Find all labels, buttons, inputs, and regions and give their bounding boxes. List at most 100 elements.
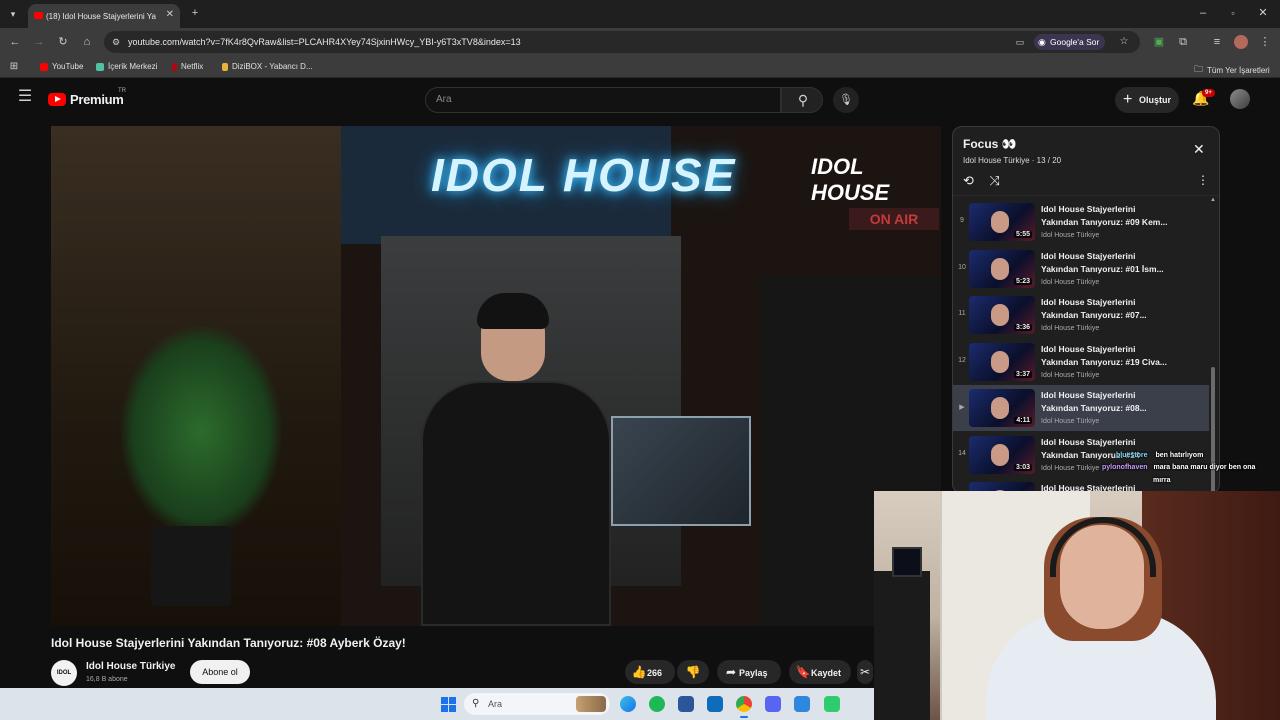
extension-icon[interactable]: ▣ (1152, 35, 1166, 49)
all-bookmarks[interactable]: 🗀 Tüm Yer İşaretleri (1194, 62, 1270, 78)
close-tab-icon[interactable]: ✕ (166, 9, 174, 20)
scroll-up-arrow-icon[interactable]: ▲ (1210, 197, 1216, 203)
netflix-icon (172, 62, 177, 71)
voice-search-button[interactable]: 🎙 (833, 87, 859, 113)
streaming-app-icon[interactable] (824, 696, 840, 712)
profile-avatar[interactable] (1234, 35, 1248, 49)
ask-google-button[interactable]: ◉ Google'a Sor (1034, 34, 1106, 50)
playlist-item-channel: Idol House Türkiye (1041, 232, 1100, 239)
save-button[interactable]: 🔖Kaydet (789, 660, 851, 684)
create-button[interactable]: + Oluştur (1115, 87, 1179, 113)
chat-message: mırra (1153, 477, 1171, 484)
search-button[interactable]: ⚲ (781, 87, 823, 113)
playlist-item-channel: Idol House Türkiye (1041, 371, 1100, 379)
shuffle-icon[interactable]: ⤨ (990, 173, 1000, 188)
channel-avatar[interactable]: IDOL HOUSE (51, 660, 77, 702)
start-windows-icon[interactable] (441, 697, 456, 712)
minimize-icon[interactable]: – (1196, 6, 1210, 20)
youtube-favicon-icon (34, 12, 43, 19)
playlist-item-index: 12 (958, 356, 966, 364)
on-air-sign: ON AIR (849, 208, 939, 230)
playlist-item-index: 9 (960, 217, 964, 224)
chrome-icon[interactable] (736, 696, 752, 712)
playlist-menu-icon[interactable]: ⋮ (1197, 173, 1209, 187)
address-bar[interactable]: ⚙ youtube.com/watch?v=7fK4r8QvRaw&list=P… (104, 31, 1140, 53)
playlist-item-duration: 3:37 (1013, 370, 1032, 378)
spotify-icon[interactable] (649, 696, 665, 712)
maximize-icon[interactable]: ▫ (1226, 6, 1240, 20)
close-playlist-icon[interactable]: ✕ (1193, 141, 1205, 158)
playlist-item-channel: Idol House Türkiye (1041, 464, 1100, 472)
reading-list-icon[interactable]: ≡ (1210, 35, 1224, 49)
hamburger-menu-icon[interactable]: ☰ (16, 89, 34, 105)
store-icon[interactable] (678, 696, 694, 712)
bookmark-star-icon[interactable]: ☆ (1118, 35, 1130, 49)
browser-toolbar: ← → ↻ ⌂ ⚙ youtube.com/watch?v=7fK4r8QvRa… (0, 28, 1280, 56)
browser-menu-icon[interactable]: ⋮ (1258, 35, 1272, 49)
playlist-item-title-line2: Yakından Tanıyoruz: #07... (1041, 310, 1147, 320)
more-actions-button[interactable]: ✂ (857, 660, 873, 684)
account-avatar[interactable] (1230, 89, 1250, 109)
youtube-logo[interactable]: Premium (48, 91, 124, 107)
video-plant (121, 326, 281, 536)
playlist-item-thumbnail: 5:23 (969, 249, 1035, 288)
video-person (401, 293, 641, 626)
bookmark-icerik-merkezi[interactable]: İçerik Merkezi (96, 62, 157, 71)
playlist-item[interactable]: 11 3:36 Idol House Stajyerlerini Yakından T… (953, 292, 1209, 338)
taskbar-search-input[interactable]: ⚲ Ara (464, 693, 610, 715)
outlook-icon[interactable] (707, 696, 723, 712)
playlist-item-thumbnail: 4:11 (969, 389, 1035, 427)
home-icon[interactable]: ⌂ (80, 35, 94, 49)
subscribe-button[interactable]: Abone ol (190, 660, 250, 684)
playlist-item-index: 14 (958, 449, 966, 457)
microphone-icon: 🎙 (839, 94, 853, 106)
share-icon: ➦ (725, 665, 737, 679)
chat-user: pylonofhaven (1102, 464, 1148, 471)
bookmark-netflix[interactable]: Netflix (172, 62, 203, 71)
like-button[interactable]: 👍266 (625, 660, 675, 684)
dislike-button[interactable]: 👎 (677, 660, 709, 684)
playlist-item-index: 11 (958, 310, 966, 317)
playlist-item-title: Idol House Stajyerlerini (1041, 297, 1136, 307)
webcam-overlay (874, 491, 1280, 720)
search-input[interactable]: Ara (425, 87, 781, 113)
playlist-item[interactable]: 10 5:23 Idol House Stajyerlerini Yakından T… (953, 246, 1209, 292)
apps-grid-icon[interactable]: ⊞ (8, 60, 20, 74)
browser-tab-bar: ▾ (18) Idol House Stajyerlerini Ya ✕ + –… (0, 0, 1280, 28)
playlist-item-channel: Idol House Türkiye (1041, 418, 1100, 425)
playlist-item[interactable]: ▶ 4:11 Idol House Stajyerlerini Yakından Ta… (953, 385, 1209, 431)
thumbs-down-icon: 👎 (685, 665, 701, 679)
bookmark-youtube[interactable]: YouTube (40, 62, 83, 71)
display-icon[interactable] (794, 696, 810, 712)
close-window-icon[interactable]: ✕ (1256, 6, 1270, 20)
playlist-item-thumbnail: 5:55 (969, 203, 1035, 241)
channel-name[interactable]: Idol House Türkiye (86, 661, 175, 672)
tab-list-icon[interactable]: ▾ (6, 7, 20, 21)
forward-icon[interactable]: → (32, 35, 46, 49)
extensions-puzzle-icon[interactable]: ⧉ (1176, 35, 1190, 49)
reload-icon[interactable]: ↻ (56, 35, 70, 49)
new-tab-icon[interactable]: + (188, 6, 202, 20)
playlist-title[interactable]: Focus 👀 (963, 137, 1017, 151)
bookmark-dizibox[interactable]: DiziBOX - Yabancı D... (222, 62, 313, 71)
share-button[interactable]: ➦ Paylaş (717, 660, 781, 684)
playlist-item-thumbnail: 3:03 (969, 435, 1035, 474)
playlist-scrollbar[interactable] (1211, 367, 1215, 493)
install-app-icon[interactable]: ▭ (1014, 35, 1026, 49)
playlist-item-title-line2: Yakından Tanıyoruz: #19 Civa... (1041, 356, 1167, 367)
divider (953, 195, 1219, 196)
site-info-icon[interactable]: ⚙ (110, 35, 122, 49)
playlist-item[interactable]: 12 3:37 Idol House Stajyerlerini Yakından T… (953, 339, 1209, 385)
back-icon[interactable]: ← (8, 35, 22, 49)
edge-icon[interactable] (620, 696, 636, 712)
playlist-item-duration: 3:36 (1013, 324, 1032, 331)
discord-icon[interactable] (765, 696, 781, 712)
loop-icon[interactable]: ⟲ (963, 173, 974, 188)
youtube-play-logo-icon (48, 92, 66, 106)
youtube-header: ☰ Premium TR Ara ⚲ 🎙 + Oluştur 🔔 9+ (0, 78, 1280, 120)
video-player[interactable]: IDOL HOUSE IDOL HOUSE ON AIR (51, 126, 941, 626)
playlist-item[interactable]: 9 5:55 Idol House Stajyerlerini Yakından Ta… (953, 199, 1209, 245)
browser-tab[interactable]: (18) Idol House Stajyerlerini Ya ✕ (28, 4, 180, 28)
playlist-item-duration: 3:03 (1013, 463, 1032, 471)
chat-line: mırra (1153, 477, 1171, 484)
